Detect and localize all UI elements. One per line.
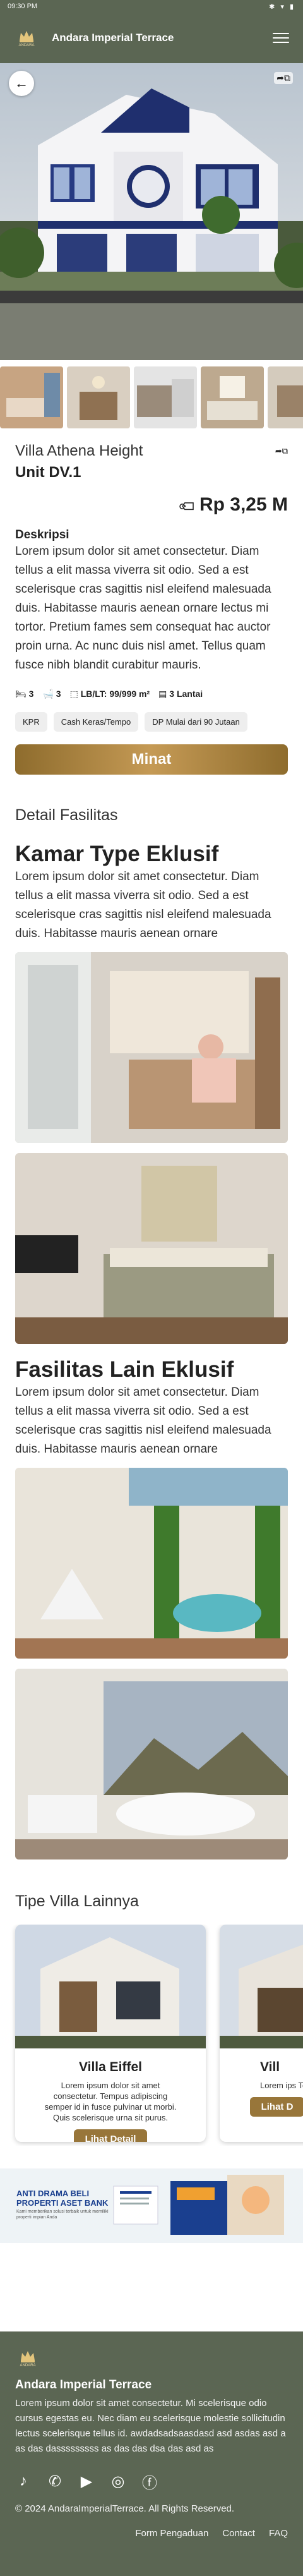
area-icon: ⬚ (69, 689, 78, 699)
footer-link-form-pengaduan[interactable]: Form Pengaduan (135, 2528, 208, 2539)
other-villas-carousel[interactable]: Villa Eiffel Lorem ipsum dolor sit amet … (0, 1925, 303, 2146)
villa-card-desc: Lorem ipsum dolor sit amet consectetur. … (44, 2081, 177, 2122)
bed-spec: 🛏 3 (15, 689, 34, 699)
other-facilities-title: Fasilitas Lain Eklusif (15, 1357, 234, 1382)
app-title: Andara Imperial Terrace (52, 32, 174, 44)
promo-title: ANTI DRAMA BELI PROPERTI ASET BANK (16, 2189, 109, 2208)
footer-logo: ANDARA (15, 2345, 40, 2371)
crown-logo-icon (20, 30, 33, 42)
other-villas-heading: Tipe Villa Lainnya (15, 1892, 139, 1910)
share-icon: ➦⧉ (276, 73, 290, 83)
property-price: 🏷Rp 3,25 M (15, 494, 288, 517)
footer-link-contact[interactable]: Contact (222, 2528, 255, 2539)
room-description: Lorem ipsum dolor sit amet consectetur. … (15, 870, 271, 940)
chip-dp: DP Mulai dari 90 Jutaan (145, 712, 247, 732)
bed-icon: 🛏 (15, 689, 27, 699)
copyright: © 2024 AndaraImperialTerrace. All Rights… (15, 2503, 235, 2514)
lihat-detail-button[interactable]: Lihat D (249, 2097, 303, 2117)
status-bar: 09:30 PM ✱ ▾ ▮ (0, 0, 303, 13)
other-facilities-description: Lorem ipsum dolor sit amet consectetur. … (15, 1386, 271, 1456)
hamburger-menu-icon[interactable] (273, 33, 289, 43)
crown-logo-icon (21, 2350, 35, 2362)
arrow-left-icon: ← (15, 75, 28, 91)
property-specs: 🛏 3 🛁 3 ⬚ LB/LT: 99/999 m² ▤ 3 Lantai (15, 689, 288, 699)
property-unit: Unit DV.1 (15, 464, 81, 481)
villa-card-desc: Lorem ips Tempus a pulvi (260, 2081, 303, 2090)
thumbnail-3[interactable] (134, 366, 197, 428)
hero-image: ← ➦⧉ (0, 63, 303, 360)
status-icons: ✱ ▾ ▮ (269, 3, 295, 11)
share-button[interactable]: ➦⧉ (274, 72, 293, 84)
app-header: ANDARA Andara Imperial Terrace (0, 13, 303, 63)
facebook-icon[interactable]: ⓕ (141, 2473, 158, 2492)
villa-card-name: Vill (260, 2060, 280, 2074)
floor-spec: ▤ 3 Lantai (158, 689, 203, 699)
property-name: Villa Athena Height (15, 442, 143, 459)
room-title: Kamar Type Eklusif (15, 842, 219, 866)
villa-card[interactable]: Villa Eiffel Lorem ipsum dolor sit amet … (15, 1925, 206, 2142)
villa-exterior-image (0, 63, 303, 360)
footer-name: Andara Imperial Terrace (15, 2378, 152, 2392)
villa-card-image (220, 1925, 303, 2048)
room-image-2 (15, 1153, 288, 1344)
price-tag-icon: 🏷 (177, 496, 199, 517)
villa-card-image (15, 1925, 206, 2048)
description-title: Deskripsi (15, 528, 69, 541)
footer-link-faq[interactable]: FAQ (269, 2528, 288, 2539)
promo-banner[interactable]: ANTI DRAMA BELI PROPERTI ASET BANK Kami … (0, 2168, 303, 2243)
chip-kpr: KPR (15, 712, 47, 732)
share-icon[interactable]: ➦⧉ (275, 446, 288, 456)
minat-button[interactable]: Minat (15, 744, 288, 775)
floors-icon: ▤ (158, 689, 167, 699)
youtube-icon[interactable]: ▶ (78, 2473, 95, 2490)
footer: ANDARA Andara Imperial Terrace Lorem ips… (0, 2331, 303, 2576)
area-spec: ⬚ LB/LT: 99/999 m² (69, 689, 150, 699)
facilities-heading: Detail Fasilitas (15, 806, 118, 824)
room-image-1 (15, 952, 288, 1143)
villa-card[interactable]: Vill Lorem ips Tempus a pulvi Lihat D (220, 1925, 303, 2142)
brand-logo[interactable]: ANDARA (14, 25, 39, 51)
facility-image-1 (15, 1468, 288, 1659)
logo-text: ANDARA (18, 43, 35, 47)
thumbnail-strip[interactable] (0, 360, 303, 428)
villa-card-name: Villa Eiffel (79, 2060, 142, 2074)
facility-image-2 (15, 1669, 288, 1859)
thumbnail-2[interactable] (67, 366, 130, 428)
footer-description: Lorem ipsum dolor sit amet consectetur. … (15, 2398, 286, 2454)
thumbnail-4[interactable] (201, 366, 264, 428)
thumbnail-1[interactable] (0, 366, 63, 428)
social-links: ♪ ✆ ▶ ◎ ⓕ (15, 2472, 288, 2492)
chip-cash: Cash Keras/Tempo (53, 712, 139, 732)
promo-subtitle: Kami memberikan solusi terbaik untuk mem… (16, 2210, 109, 2220)
payment-chips: KPR Cash Keras/Tempo DP Mulai dari 90 Ju… (15, 712, 288, 732)
price-value: Rp 3,25 M (199, 494, 288, 515)
instagram-icon[interactable]: ◎ (110, 2473, 126, 2490)
bath-spec: 🛁 3 (42, 689, 61, 699)
description-text: Lorem ipsum dolor sit amet consectetur. … (15, 545, 271, 672)
lihat-detail-button[interactable]: Lihat Detail (73, 2129, 148, 2142)
tiktok-icon[interactable]: ♪ (15, 2472, 32, 2489)
thumbnail-5[interactable] (268, 366, 303, 428)
status-time: 09:30 PM (8, 3, 38, 10)
bath-icon: 🛁 (42, 689, 54, 699)
whatsapp-icon[interactable]: ✆ (47, 2473, 63, 2490)
footer-links: Form Pengaduan Contact FAQ (15, 2528, 288, 2539)
logo-text: ANDARA (20, 2363, 36, 2367)
back-button[interactable]: ← (9, 71, 34, 96)
